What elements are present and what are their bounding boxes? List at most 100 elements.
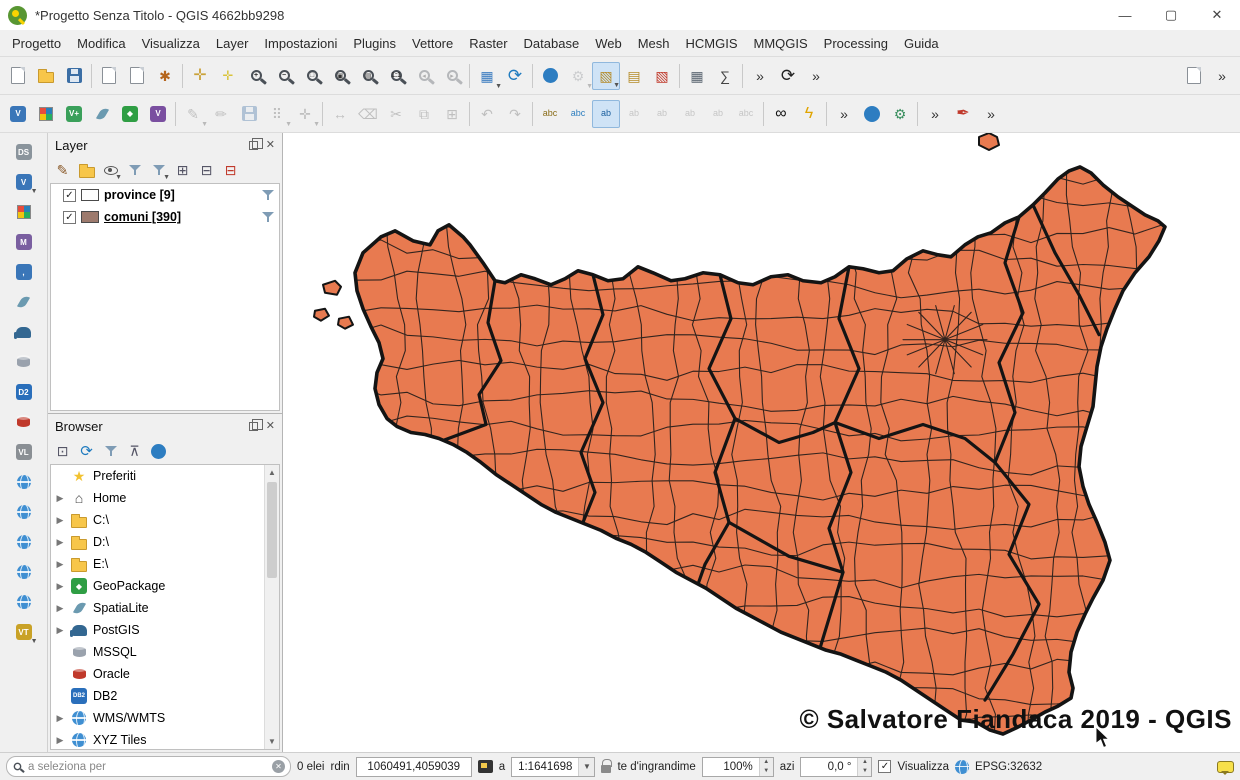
new-shapefile-layer-button[interactable]: V+ (60, 100, 88, 128)
new-virtual-layer-button[interactable]: V (144, 100, 172, 128)
zoom-in-button[interactable]: + (242, 62, 270, 90)
menu-processing[interactable]: Processing (816, 33, 896, 54)
maximize-button[interactable]: ▢ (1148, 0, 1194, 30)
layer-symbol-swatch[interactable] (81, 189, 99, 201)
close-button[interactable]: ✕ (1194, 0, 1240, 30)
map-canvas[interactable]: © Salvatore Fiandaca 2019 - QGIS (283, 133, 1240, 752)
zoom-native-button[interactable]: 1:1 (382, 62, 410, 90)
collapse-all-button[interactable]: ⊟ (196, 160, 217, 181)
zoom-last-button[interactable]: ◂ (410, 62, 438, 90)
toolbar-overflow-2-button[interactable]: » (802, 62, 830, 90)
add-wfs-layer-button[interactable] (11, 559, 37, 585)
layer-visibility-checkbox[interactable]: ✓ (63, 211, 76, 224)
layer-item-province-9[interactable]: ✓province [9] (51, 184, 279, 206)
toolbar-overflow-3-button[interactable]: » (1208, 62, 1236, 90)
browser-item-mssql[interactable]: MSSQL (51, 641, 279, 663)
add-arcgis-mapserver-layer-button[interactable] (11, 499, 37, 525)
zoom-to-layer-button[interactable]: ▤ (354, 62, 382, 90)
layer-visibility-checkbox[interactable]: ✓ (63, 189, 76, 202)
add-mssql-layer-button[interactable] (11, 349, 37, 375)
run-feature-action-button[interactable]: ⚙▼ (564, 62, 592, 90)
toolbar-overflow-1-button[interactable]: » (746, 62, 774, 90)
current-edits-button[interactable]: ✎▼ (179, 100, 207, 128)
collapse-all-browser-button[interactable]: ⊼ (124, 441, 145, 462)
deselect-features-button[interactable]: ▧ (648, 62, 676, 90)
identify-features-button[interactable] (536, 62, 564, 90)
show-layout-manager-button[interactable] (123, 62, 151, 90)
scrollbar-thumb[interactable] (267, 482, 277, 578)
zoom-next-button[interactable]: ▸ (438, 62, 466, 90)
crs-status[interactable]: EPSG:32632 (975, 761, 1042, 773)
browser-item-xyz-tiles[interactable]: ▶XYZ Tiles (51, 729, 279, 750)
spinner-arrows-icon[interactable]: ▲▼ (759, 758, 773, 776)
menu-mmqgis[interactable]: MMQGIS (745, 33, 815, 54)
add-feature-button[interactable]: ⠿▼ (263, 100, 291, 128)
browser-scrollbar[interactable]: ▲ ▼ (264, 465, 279, 749)
quickmap-services-button[interactable]: ϟ (795, 100, 823, 128)
open-layer-styling-button[interactable]: ✎ (52, 160, 73, 181)
menu-progetto[interactable]: Progetto (4, 33, 69, 54)
scroll-up-icon[interactable]: ▲ (265, 465, 279, 480)
coordinate-input[interactable] (356, 757, 472, 777)
float-panel-icon[interactable] (249, 141, 258, 150)
locator-search[interactable]: ✕ (6, 756, 291, 777)
add-wcs-layer-button[interactable] (11, 529, 37, 555)
pen-plugin-button[interactable]: ✒ (949, 100, 977, 128)
pan-map-to-selection-button[interactable]: ✛ (214, 62, 242, 90)
extents-toggle-icon[interactable] (478, 760, 493, 773)
menu-visualizza[interactable]: Visualizza (134, 33, 208, 54)
browser-item-geopackage[interactable]: ▶◆GeoPackage (51, 575, 279, 597)
menu-web[interactable]: Web (587, 33, 630, 54)
expand-arrow-icon[interactable]: ▶ (55, 559, 65, 570)
toolbar-overflow-4-button[interactable]: » (830, 100, 858, 128)
add-raster-layer-button[interactable] (11, 199, 37, 225)
menu-database[interactable]: Database (516, 33, 588, 54)
vertex-tool-button[interactable]: ✛▼ (291, 100, 319, 128)
open-data-source-manager-button[interactable]: DS (11, 139, 37, 165)
browser-item-wms-wmts[interactable]: ▶WMS/WMTS (51, 707, 279, 729)
toggle-editing-button[interactable]: ✏ (207, 100, 235, 128)
scrollbar-track[interactable] (265, 480, 279, 734)
select-features-button[interactable]: ▧▼ (592, 62, 620, 90)
pin-unpin-labels-button[interactable]: ab (620, 100, 648, 128)
browser-item-preferiti[interactable]: ★Preferiti (51, 465, 279, 487)
add-raster-layer-quick-button[interactable] (32, 100, 60, 128)
browser-item-db2[interactable]: DB2DB2 (51, 685, 279, 707)
rotate-label-button[interactable]: ab (704, 100, 732, 128)
zoom-to-selection-button[interactable]: ▣ (326, 62, 354, 90)
add-oracle-layer-button[interactable] (11, 409, 37, 435)
browser-item-home[interactable]: ▶⌂Home (51, 487, 279, 509)
float-panel-icon[interactable] (249, 422, 258, 431)
close-panel-icon[interactable]: ✕ (266, 140, 275, 151)
lock-scale-icon[interactable] (601, 765, 611, 773)
show-hide-labels-button[interactable]: ab (648, 100, 676, 128)
add-postgis-layer-button[interactable] (11, 319, 37, 345)
clear-search-icon[interactable]: ✕ (272, 760, 285, 773)
menu-raster[interactable]: Raster (461, 33, 515, 54)
select-features-by-value-button[interactable]: ▤ (620, 62, 648, 90)
pan-map-button[interactable]: ✛ (186, 62, 214, 90)
change-label-properties-button[interactable]: abc (732, 100, 760, 128)
processing-toolbox-shortcut-button[interactable]: ⚙ (886, 100, 914, 128)
duplicate-view-button[interactable] (1180, 62, 1208, 90)
layer-symbol-swatch[interactable] (81, 211, 99, 223)
expand-arrow-icon[interactable]: ▶ (55, 581, 65, 592)
filter-legend-by-expression-button[interactable]: ▼ (148, 160, 169, 181)
open-project-button[interactable] (32, 62, 60, 90)
add-db2-layer-button[interactable]: D2 (11, 379, 37, 405)
browser-item-c[interactable]: ▶C:\ (51, 509, 279, 531)
expand-arrow-icon[interactable]: ▶ (55, 713, 65, 724)
add-vector-tile-layer-button[interactable]: VT▼ (11, 619, 37, 645)
close-panel-icon[interactable]: ✕ (266, 421, 275, 432)
expand-all-button[interactable]: ⊞ (172, 160, 193, 181)
search-input[interactable] (28, 761, 267, 773)
paste-features-button[interactable]: ⊞ (438, 100, 466, 128)
browser-item-spatialite[interactable]: ▶SpatiaLite (51, 597, 279, 619)
zoom-out-button[interactable]: − (270, 62, 298, 90)
menu-impostazioni[interactable]: Impostazioni (256, 33, 345, 54)
render-checkbox[interactable]: ✓ (878, 760, 891, 773)
add-delimited-text-layer-button[interactable]: , (11, 259, 37, 285)
new-project-button[interactable] (4, 62, 32, 90)
add-vector-layer-button[interactable]: V▼ (11, 169, 37, 195)
undo-button[interactable]: ↶ (473, 100, 501, 128)
